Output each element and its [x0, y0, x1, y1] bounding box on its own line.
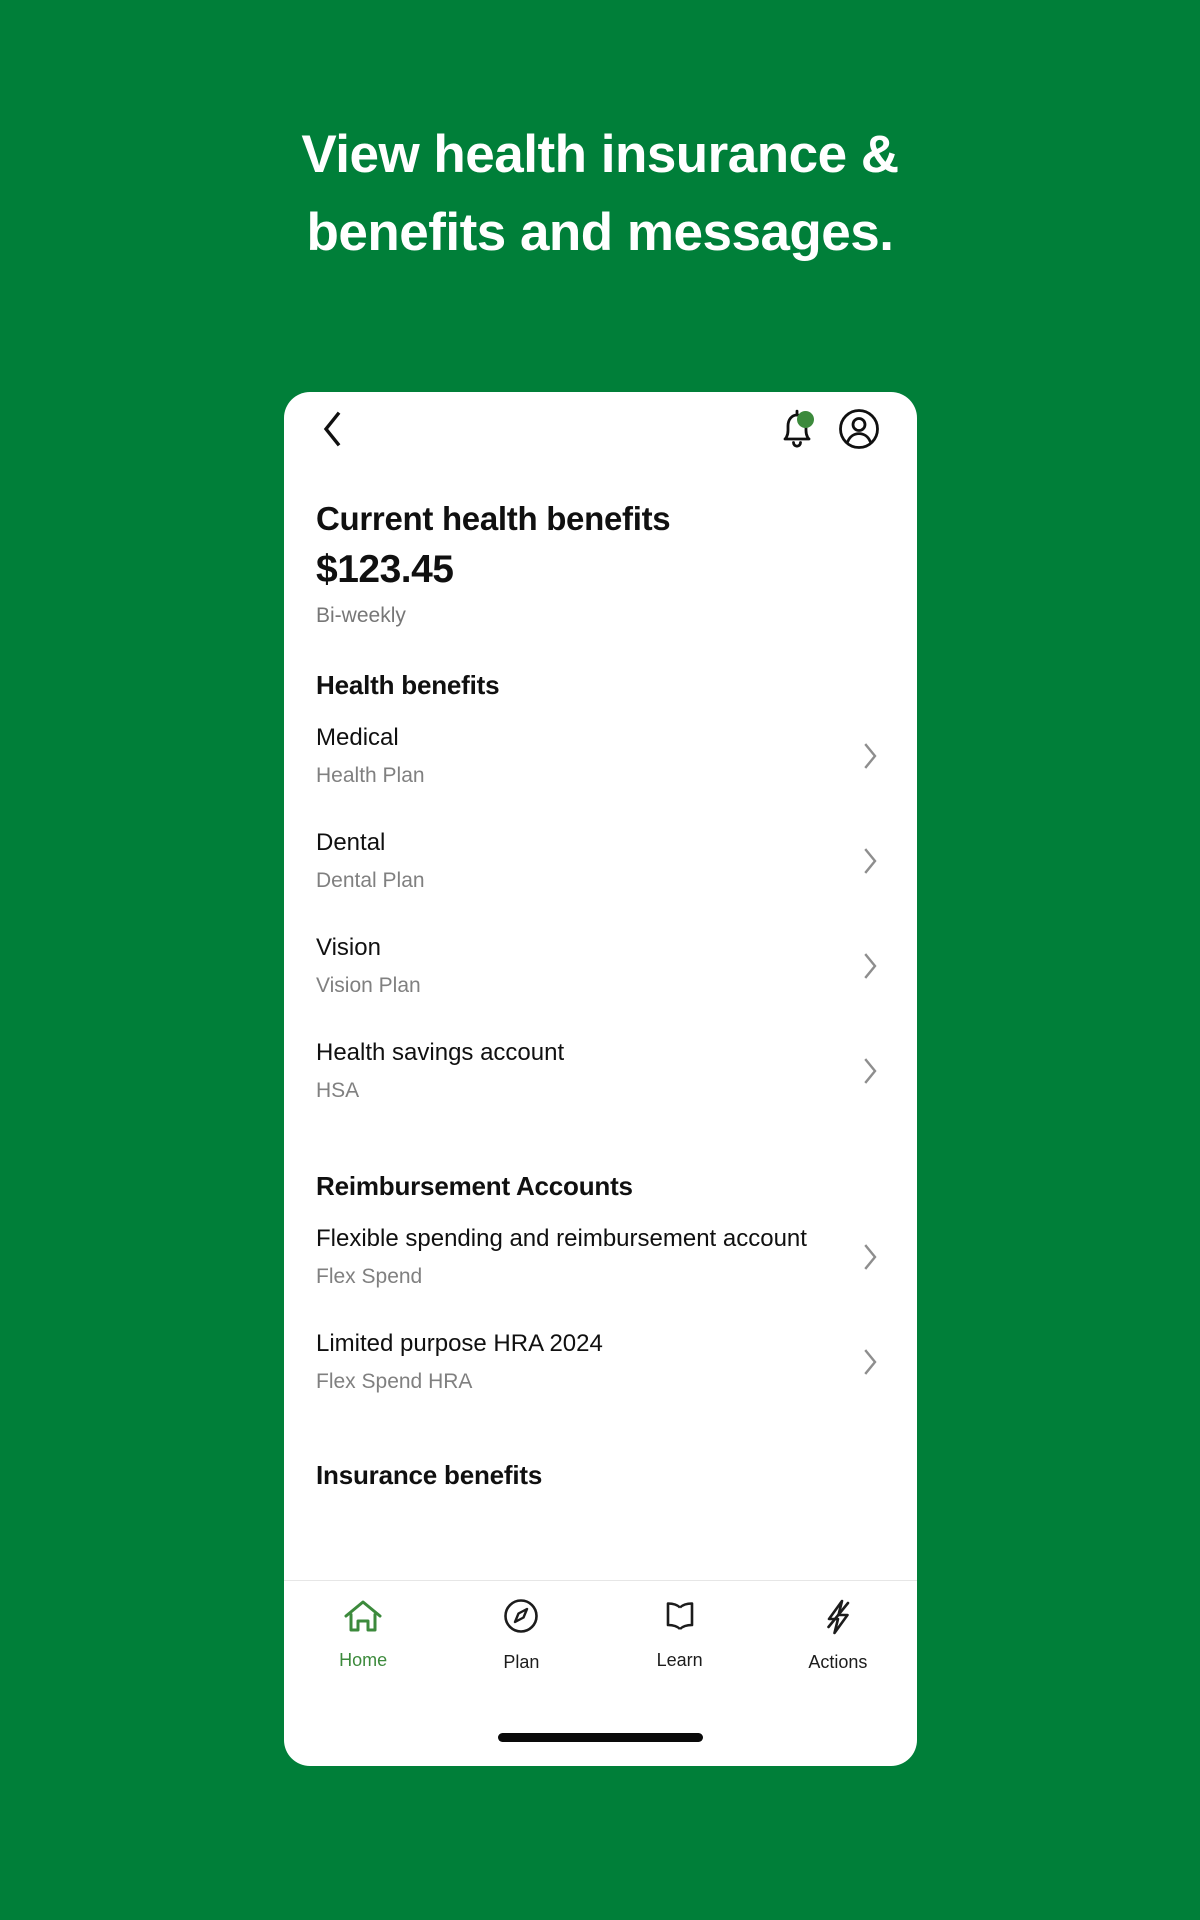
- row-text: Health savings account HSA: [316, 1036, 857, 1105]
- row-text: Medical Health Plan: [316, 721, 857, 790]
- promo-headline-line-2: benefits and messages.: [306, 203, 894, 262]
- benefit-row-limited-purpose-hra[interactable]: Limited purpose HRA 2024 Flex Spend HRA: [316, 1307, 885, 1412]
- home-icon: [341, 1597, 385, 1642]
- nav-item-home[interactable]: Home: [284, 1597, 442, 1671]
- row-text: Dental Dental Plan: [316, 826, 857, 895]
- section-title-health-benefits: Health benefits: [316, 670, 500, 700]
- row-title: Medical: [316, 724, 399, 751]
- chevron-right-icon: [857, 1056, 885, 1086]
- book-icon: [659, 1597, 701, 1642]
- nav-item-learn[interactable]: Learn: [601, 1597, 759, 1671]
- row-title: Limited purpose HRA 2024: [316, 1330, 603, 1357]
- row-text: Limited purpose HRA 2024 Flex Spend HRA: [316, 1327, 857, 1396]
- phone-mockup: Current health benefits $123.45 Bi-weekl…: [284, 392, 917, 1766]
- nav-item-plan[interactable]: Plan: [442, 1597, 600, 1673]
- nav-label: Learn: [656, 1650, 703, 1670]
- home-indicator-area: [284, 1708, 917, 1766]
- lightning-bolt-icon: [818, 1597, 858, 1644]
- row-title: Flexible spending and reimbursement acco…: [316, 1225, 807, 1252]
- row-subtitle: Vision Plan: [316, 974, 421, 997]
- compass-icon: [500, 1597, 542, 1644]
- row-subtitle: Dental Plan: [316, 869, 425, 892]
- row-title: Dental: [316, 829, 386, 856]
- row-title: Health savings account: [316, 1039, 565, 1066]
- account-circle-icon: [837, 407, 881, 456]
- benefit-row-medical[interactable]: Medical Health Plan: [316, 701, 885, 806]
- benefit-row-flexible-spending[interactable]: Flexible spending and reimbursement acco…: [316, 1202, 885, 1307]
- promo-headline-line-1: View health insurance &: [301, 125, 899, 184]
- chevron-right-icon: [857, 741, 885, 771]
- chevron-right-icon: [857, 846, 885, 876]
- row-title: Vision: [316, 934, 381, 961]
- row-subtitle: HSA: [316, 1079, 360, 1102]
- row-subtitle: Flex Spend: [316, 1265, 423, 1288]
- section-title-insurance-benefits: Insurance benefits: [316, 1460, 543, 1490]
- benefits-scroll-area[interactable]: Current health benefits $123.45 Bi-weekl…: [284, 470, 917, 1580]
- promo-headline: View health insurance & benefits and mes…: [0, 116, 1200, 272]
- account-button[interactable]: [833, 405, 885, 457]
- section-title-reimbursement-accounts: Reimbursement Accounts: [316, 1171, 633, 1201]
- row-text: Flexible spending and reimbursement acco…: [316, 1222, 857, 1291]
- app-topbar: [284, 392, 917, 470]
- nav-label: Actions: [808, 1652, 868, 1672]
- nav-label: Home: [339, 1650, 388, 1670]
- nav-item-actions[interactable]: Actions: [759, 1597, 917, 1673]
- chevron-right-icon: [857, 1242, 885, 1272]
- benefits-cadence: Bi-weekly: [316, 604, 406, 627]
- benefit-row-dental[interactable]: Dental Dental Plan: [316, 806, 885, 911]
- page-title: Current health benefits: [316, 500, 671, 537]
- chevron-right-icon: [857, 1347, 885, 1377]
- notification-badge-dot: [797, 411, 814, 428]
- chevron-left-icon: [320, 409, 344, 454]
- row-text: Vision Vision Plan: [316, 931, 857, 1000]
- nav-label: Plan: [503, 1652, 540, 1672]
- benefit-row-health-savings-account[interactable]: Health savings account HSA: [316, 1016, 885, 1121]
- benefits-amount: $123.45: [316, 548, 454, 591]
- row-subtitle: Health Plan: [316, 764, 425, 787]
- back-button[interactable]: [312, 411, 352, 451]
- bottom-navigation-bar: Home Plan Learn Actions: [284, 1580, 917, 1708]
- home-indicator[interactable]: [498, 1732, 703, 1742]
- row-subtitle: Flex Spend HRA: [316, 1370, 473, 1393]
- notifications-button[interactable]: [771, 405, 823, 457]
- benefit-row-vision[interactable]: Vision Vision Plan: [316, 911, 885, 1016]
- chevron-right-icon: [857, 951, 885, 981]
